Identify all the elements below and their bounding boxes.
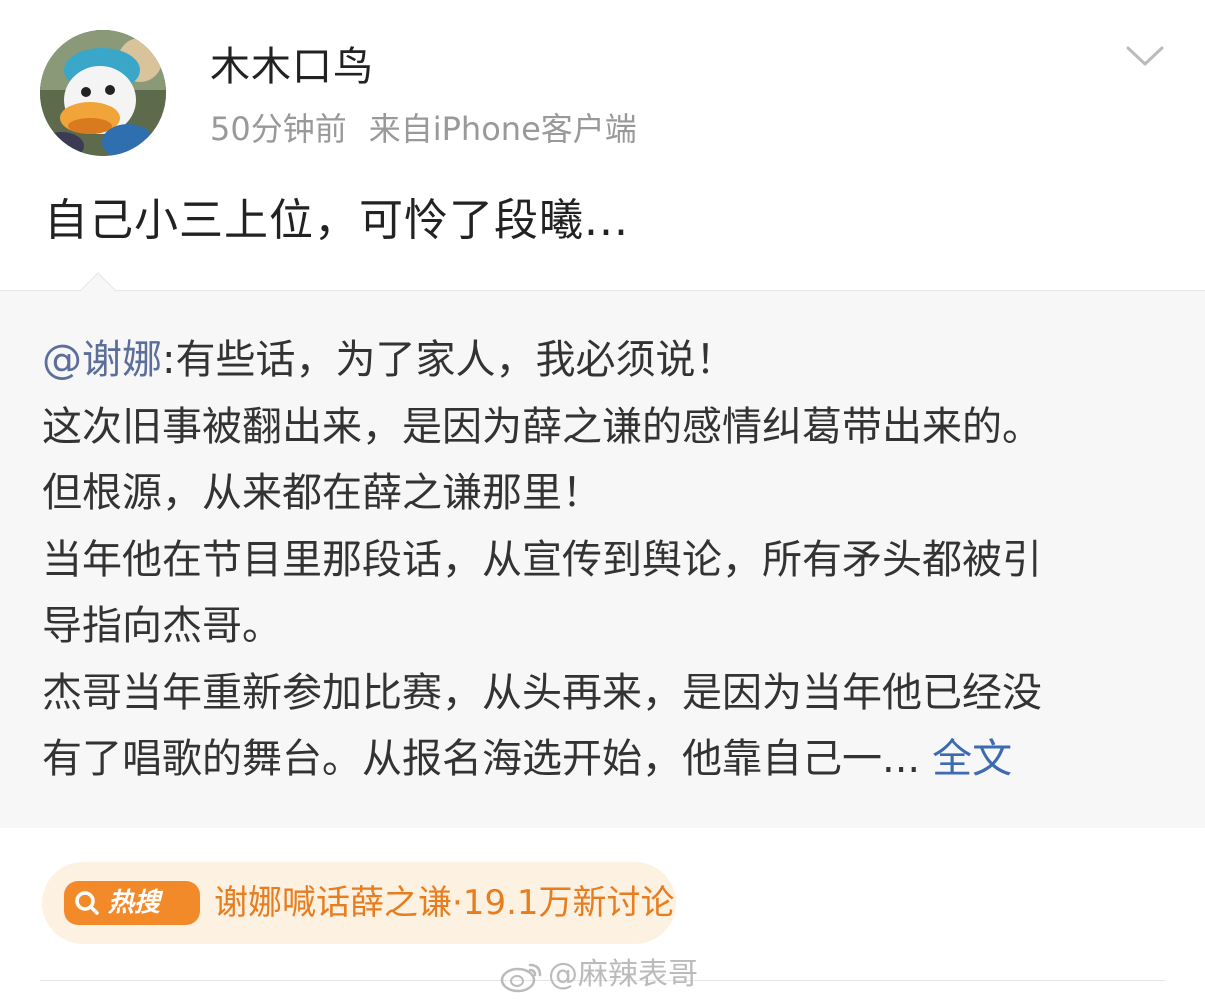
repost-line-6: 杰哥当年重新参加比赛，从头再来，是因为当年他已经没 (42, 669, 1042, 716)
donald-duck-avatar (40, 30, 166, 156)
repost-card[interactable]: @谢娜:有些话，为了家人，我必须说！ 这次旧事被翻出来，是因为薛之谦的感情纠葛带… (0, 272, 1205, 828)
repost-line-7-text: 有了唱歌的舞台。从报名海选开始，他靠自己一... (42, 736, 921, 782)
hot-search-badge: 热搜 (64, 881, 200, 925)
repost-line-5: 导指向杰哥。 (42, 603, 282, 649)
weibo-logo-icon (500, 963, 542, 992)
repost-line-3: 但根源，从来都在薛之谦那里！ (42, 470, 602, 516)
repost-line-2: 这次旧事被翻出来，是因为薛之谦的感情纠葛带出来的。 (42, 403, 1042, 450)
repost-line-7: 有了唱歌的舞台。从报名海选开始，他靠自己一... 全文 (42, 726, 1172, 793)
post-source: 来自iPhone客户端 (368, 110, 637, 148)
watermark: @麻辣表哥 (500, 952, 698, 998)
full-text-link[interactable]: 全文 (932, 736, 1012, 782)
repost-line-1-text: :有些话，为了家人，我必须说！ (162, 337, 736, 383)
author-name[interactable]: 木木口鸟 (210, 42, 374, 92)
hot-search-text[interactable]: 谢娜喊话薛之谦·19.1万新讨论 (214, 880, 675, 926)
repost-body: @谢娜:有些话，为了家人，我必须说！ 这次旧事被翻出来，是因为薛之谦的感情纠葛带… (42, 327, 1172, 793)
chevron-down-icon[interactable] (1125, 40, 1165, 70)
search-icon (75, 891, 99, 915)
post-meta: 50分钟前 来自iPhone客户端 (210, 108, 637, 150)
post-time: 50分钟前 (210, 110, 347, 148)
mention-link[interactable]: @谢娜 (42, 337, 162, 383)
post-header: 木木口鸟 50分钟前 来自iPhone客户端 (0, 0, 1205, 175)
repost-line-1: @谢娜:有些话，为了家人，我必须说！ (42, 327, 1172, 394)
repost-notch (80, 272, 116, 292)
watermark-text: @麻辣表哥 (548, 957, 698, 992)
hot-search-badge-label: 热搜 (108, 888, 161, 918)
avatar[interactable] (40, 30, 166, 156)
hot-search-pill[interactable]: 热搜 谢娜喊话薛之谦·19.1万新讨论 (42, 862, 676, 944)
repost-line-4: 当年他在节目里那段话，从宣传到舆论，所有矛头都被引 (42, 536, 1042, 583)
post-text: 自己小三上位，可怜了段曦... (44, 195, 629, 246)
